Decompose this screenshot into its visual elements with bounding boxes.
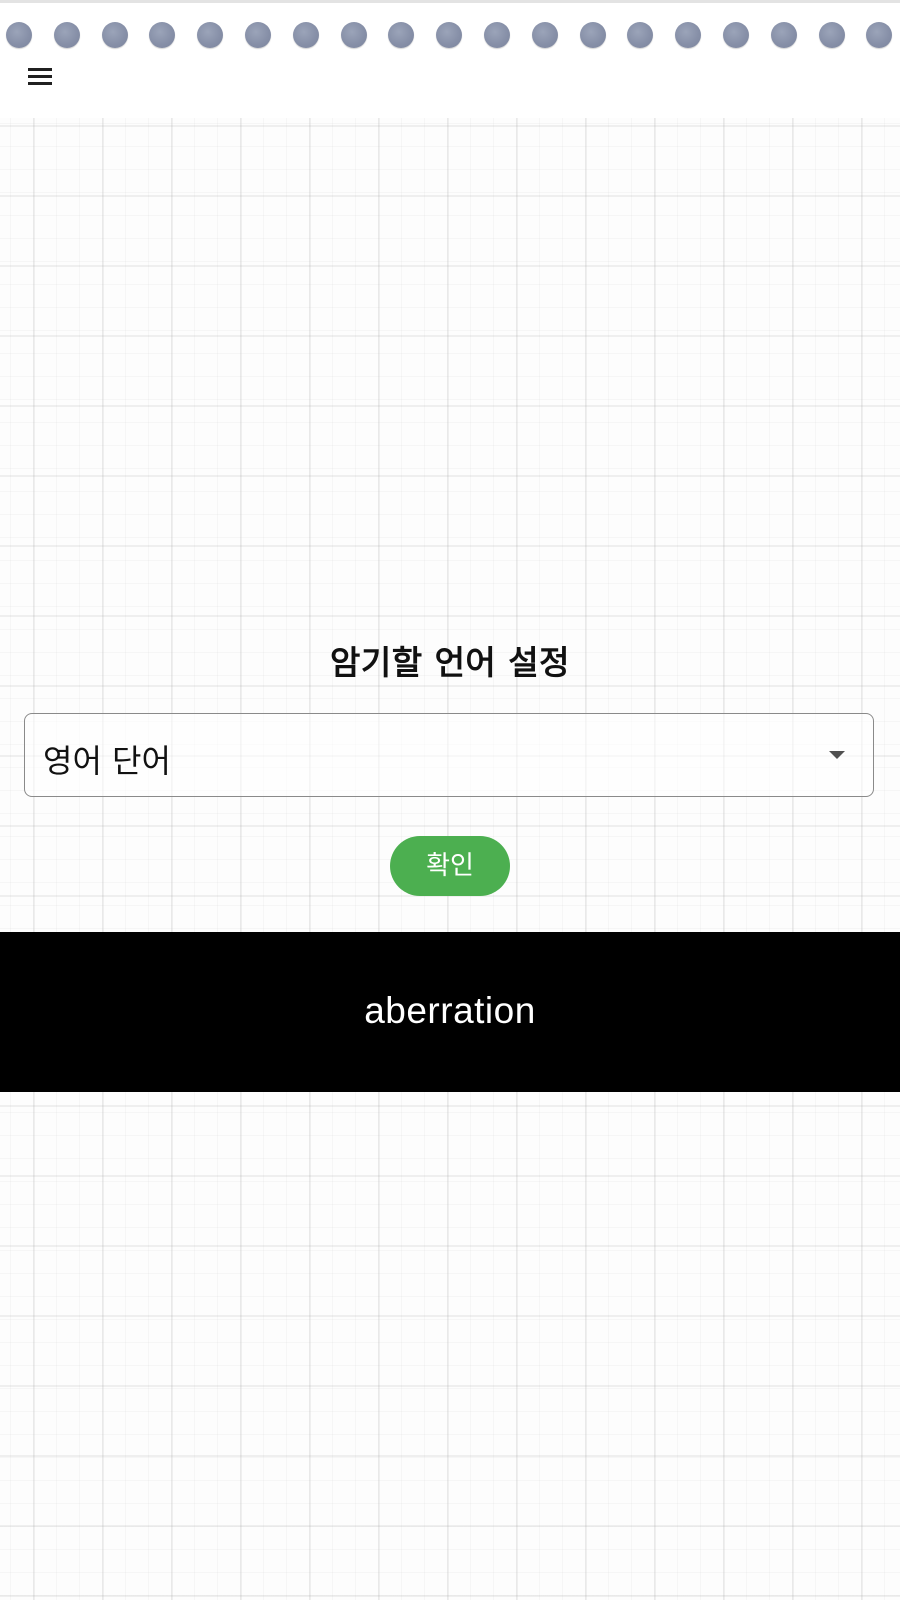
dropdown-arrow-icon[interactable] (829, 751, 845, 759)
notebook-rings (6, 22, 900, 50)
notebook-grid-background (0, 0, 900, 1600)
binder-ring (819, 22, 845, 48)
app-bar (0, 0, 900, 118)
binder-ring (866, 22, 892, 48)
confirm-button[interactable]: 확인 (390, 836, 510, 896)
binder-ring (675, 22, 701, 48)
word-text: aberration (364, 990, 536, 1031)
language-select-value: 영어 단어 (43, 742, 171, 780)
binder-ring (388, 22, 414, 48)
hamburger-menu-icon[interactable] (24, 62, 58, 92)
binder-ring (627, 22, 653, 48)
top-divider (0, 0, 900, 3)
binder-ring (484, 22, 510, 48)
binder-ring (771, 22, 797, 48)
binder-ring (723, 22, 749, 48)
binder-ring (149, 22, 175, 48)
word-banner: aberration (0, 932, 900, 1092)
binder-ring (341, 22, 367, 48)
binder-ring (102, 22, 128, 48)
binder-ring (580, 22, 606, 48)
binder-ring (197, 22, 223, 48)
binder-ring (54, 22, 80, 48)
language-select[interactable]: 영어 단어 (24, 713, 874, 797)
binder-ring (436, 22, 462, 48)
binder-ring (293, 22, 319, 48)
binder-ring (6, 22, 32, 48)
binder-ring (532, 22, 558, 48)
binder-ring (245, 22, 271, 48)
settings-title: 암기할 언어 설정 (330, 643, 570, 682)
